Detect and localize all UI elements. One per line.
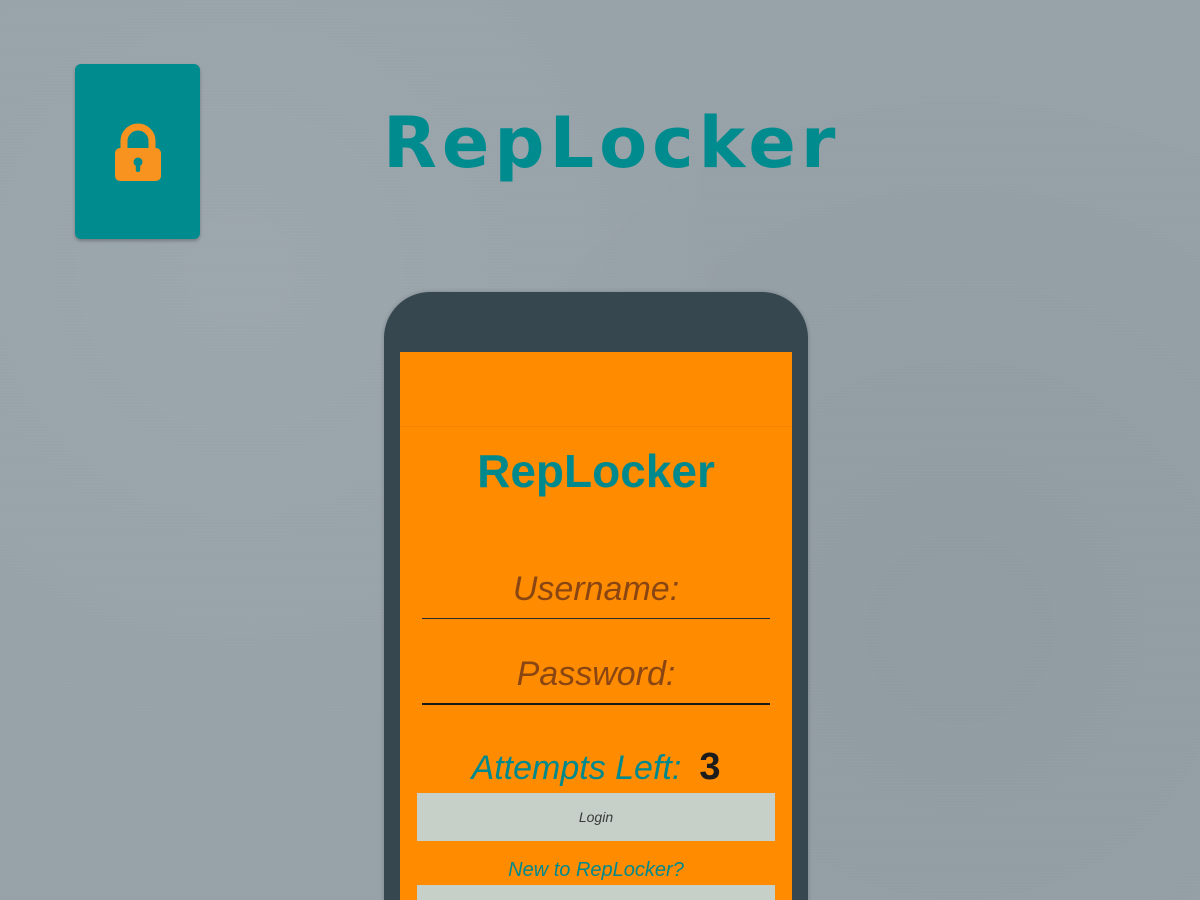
app-title: RepLocker [477, 445, 715, 497]
login-button[interactable]: Login [417, 793, 775, 841]
phone-screen: RepLocker Username: Password: Attempts L… [400, 352, 792, 900]
attempts-left: Attempts Left: 3 [400, 748, 792, 786]
app-icon-tile [75, 64, 200, 239]
status-bar-area [400, 352, 792, 427]
page-title: RepLocker [383, 102, 841, 184]
username-field[interactable]: Username: [422, 570, 770, 619]
username-placeholder: Username: [512, 570, 680, 608]
attempts-count: 3 [699, 746, 721, 788]
padlock-icon [114, 123, 161, 181]
register-button[interactable] [417, 885, 775, 900]
new-user-link[interactable]: New to RepLocker? [400, 860, 792, 880]
password-field[interactable]: Password: [422, 655, 770, 705]
attempts-label: Attempts Left: [471, 749, 682, 787]
password-placeholder: Password: [516, 655, 676, 693]
